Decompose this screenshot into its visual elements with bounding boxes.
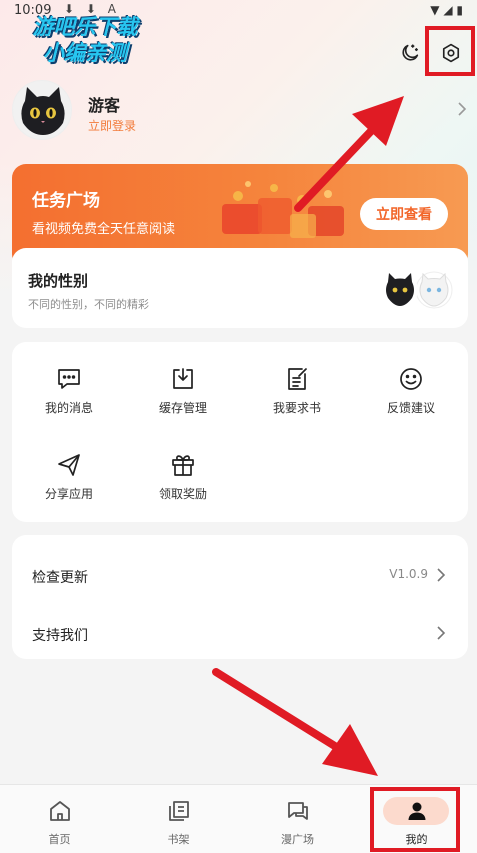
- grid-item-request-book[interactable]: 我要求书: [240, 366, 354, 426]
- highlight-box-mine-tab: [370, 787, 460, 852]
- grid-item-feedback[interactable]: 反馈建议: [354, 366, 468, 426]
- task-plaza-title: 任务广场: [32, 191, 100, 211]
- login-link[interactable]: 立即登录: [88, 117, 136, 134]
- smile-icon: [400, 368, 422, 390]
- red-envelope-coins-illustration: [222, 181, 344, 238]
- gender-title: 我的性别: [28, 272, 89, 290]
- grid-item-label: 领取奖励: [158, 487, 207, 501]
- profile-row[interactable]: 游客 立即登录: [12, 80, 468, 142]
- download-icon: [173, 368, 193, 389]
- tab-label: 首页: [48, 833, 71, 846]
- gender-card[interactable]: 我的性别 不同的性别，不同的精彩: [12, 248, 468, 328]
- home-icon: [50, 801, 70, 821]
- chevron-right-icon: [436, 567, 446, 587]
- grid-item-rewards[interactable]: 领取奖励: [126, 452, 240, 512]
- grid-item-label: 分享应用: [44, 487, 93, 501]
- tab-bookshelf[interactable]: 书架: [119, 785, 238, 853]
- chevron-right-icon: [456, 100, 468, 122]
- list-item-support[interactable]: 支持我们: [12, 599, 468, 659]
- tab-home[interactable]: 首页: [0, 785, 119, 853]
- list-item-label: 检查更新: [32, 570, 88, 586]
- gender-subtitle: 不同的性别，不同的精彩: [28, 298, 149, 311]
- grid-item-label: 我的消息: [44, 401, 93, 415]
- watermark-logo: 游吧乐下载 小编亲测: [10, 14, 160, 66]
- gift-icon: [172, 455, 194, 476]
- highlight-box-settings: [425, 26, 475, 76]
- signal-battery-icons: ▼ ◢ ▮: [430, 3, 463, 17]
- black-cat-avatar-icon: [21, 87, 65, 135]
- grid-item-label: 反馈建议: [386, 401, 435, 415]
- tab-label: 漫广场: [281, 833, 314, 846]
- watermark-line-2: 小编亲测: [43, 41, 127, 65]
- grid-item-label: 我要求书: [272, 401, 321, 415]
- chat-icon: [288, 802, 308, 820]
- list-item-check-update[interactable]: 检查更新 V1.0.9: [12, 541, 468, 601]
- tab-comic-plaza[interactable]: 漫广场: [238, 785, 357, 853]
- tab-label: 书架: [167, 833, 190, 846]
- watermark-line-1: 游吧乐下载: [32, 15, 138, 39]
- grid-item-share[interactable]: 分享应用: [12, 452, 126, 512]
- arrow-to-mine-tab: [212, 668, 378, 776]
- chevron-right-icon: [436, 625, 446, 645]
- edit-note-icon: [288, 368, 307, 390]
- bookshelf-icon: [169, 801, 189, 821]
- grid-item-cache[interactable]: 缓存管理: [126, 366, 240, 426]
- cat-gender-icons: [382, 271, 453, 309]
- avatar[interactable]: [12, 80, 72, 140]
- profile-name: 游客: [88, 96, 121, 115]
- list-item-label: 支持我们: [32, 628, 88, 644]
- grid-item-label: 缓存管理: [158, 401, 207, 415]
- version-value: V1.0.9: [389, 567, 428, 581]
- view-now-button[interactable]: 立即查看: [360, 198, 448, 230]
- send-icon: [58, 454, 80, 476]
- features-grid: 我的消息 缓存管理 我要求书 反馈建议 分享应用 领取奖励: [12, 342, 468, 522]
- settings-list: 检查更新 V1.0.9 支持我们: [12, 535, 468, 659]
- task-plaza-subtitle: 看视频免费全天任意阅读: [32, 222, 176, 237]
- night-mode-button[interactable]: [395, 38, 425, 68]
- grid-item-messages[interactable]: 我的消息: [12, 366, 126, 426]
- moon-icon: [402, 44, 419, 61]
- message-icon: [58, 369, 80, 389]
